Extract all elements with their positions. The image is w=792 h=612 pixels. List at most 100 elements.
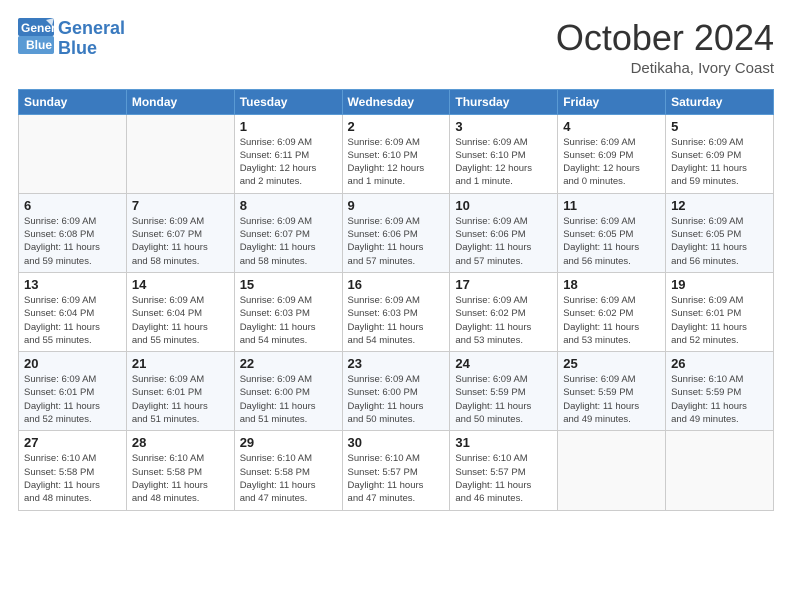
day-number: 28	[132, 435, 229, 450]
day-info: Sunrise: 6:09 AMSunset: 6:07 PMDaylight:…	[240, 215, 337, 268]
day-info: Sunrise: 6:09 AMSunset: 6:02 PMDaylight:…	[455, 294, 552, 347]
day-info: Sunrise: 6:10 AMSunset: 5:59 PMDaylight:…	[671, 373, 768, 426]
calendar-cell: 9 Sunrise: 6:09 AMSunset: 6:06 PMDaylight…	[342, 193, 450, 272]
day-number: 3	[455, 119, 552, 134]
calendar-cell: 23Sunrise: 6:09 AMSunset: 6:00 PMDayligh…	[342, 352, 450, 431]
day-info: Sunrise: 6:09 AMSunset: 6:01 PMDaylight:…	[24, 373, 121, 426]
week-row: 13 Sunrise: 6:09 AMSunset: 6:04 PMDayligh…	[19, 272, 774, 351]
day-number: 18	[563, 277, 660, 292]
calendar-cell: 21Sunrise: 6:09 AMSunset: 6:01 PMDayligh…	[126, 352, 234, 431]
calendar-cell: 12 Sunrise: 6:09 AMSunset: 6:05 PMDayligh…	[666, 193, 774, 272]
day-info: Sunrise: 6:09 AMSunset: 6:10 PMDaylight:…	[455, 136, 552, 189]
calendar-cell: 3 Sunrise: 6:09 AMSunset: 6:10 PMDaylight…	[450, 114, 558, 193]
day-number: 1	[240, 119, 337, 134]
header-day: Thursday	[450, 89, 558, 114]
calendar-cell: 4Sunrise: 6:09 AMSunset: 6:09 PMDaylight…	[558, 114, 666, 193]
day-number: 8	[240, 198, 337, 213]
day-info: Sunrise: 6:10 AMSunset: 5:58 PMDaylight:…	[240, 452, 337, 505]
day-number: 31	[455, 435, 552, 450]
calendar-cell	[666, 431, 774, 510]
calendar-cell: 14 Sunrise: 6:09 AMSunset: 6:04 PMDayligh…	[126, 272, 234, 351]
day-number: 25	[563, 356, 660, 371]
week-row: 20 Sunrise: 6:09 AMSunset: 6:01 PMDayligh…	[19, 352, 774, 431]
day-number: 16	[348, 277, 445, 292]
day-number: 6	[24, 198, 121, 213]
day-info: Sunrise: 6:09 AMSunset: 6:04 PMDaylight:…	[132, 294, 229, 347]
calendar-cell: 13 Sunrise: 6:09 AMSunset: 6:04 PMDayligh…	[19, 272, 127, 351]
day-info: Sunrise: 6:10 AMSunset: 5:57 PMDaylight:…	[455, 452, 552, 505]
calendar-cell: 31 Sunrise: 6:10 AMSunset: 5:57 PMDayligh…	[450, 431, 558, 510]
day-info: Sunrise: 6:09 AMSunset: 6:05 PMDaylight:…	[563, 215, 660, 268]
calendar-cell: 16 Sunrise: 6:09 AMSunset: 6:03 PMDayligh…	[342, 272, 450, 351]
day-info: Sunrise: 6:09 AMSunset: 6:01 PMDaylight:…	[671, 294, 768, 347]
calendar-cell: 30 Sunrise: 6:10 AMSunset: 5:57 PMDayligh…	[342, 431, 450, 510]
day-info: Sunrise: 6:09 AMSunset: 6:09 PMDaylight:…	[671, 136, 768, 189]
logo-icon: General Blue	[18, 18, 54, 54]
header-day: Friday	[558, 89, 666, 114]
day-info: Sunrise: 6:09 AMSunset: 6:07 PMDaylight:…	[132, 215, 229, 268]
day-number: 5	[671, 119, 768, 134]
day-number: 30	[348, 435, 445, 450]
day-info: Sunrise: 6:09 AMSunset: 6:00 PMDaylight:…	[240, 373, 337, 426]
day-number: 12	[671, 198, 768, 213]
header-day: Saturday	[666, 89, 774, 114]
day-number: 26	[671, 356, 768, 371]
day-number: 14	[132, 277, 229, 292]
day-info: Sunrise: 6:09 AMSunset: 6:10 PMDaylight:…	[348, 136, 445, 189]
calendar-cell: 11 Sunrise: 6:09 AMSunset: 6:05 PMDayligh…	[558, 193, 666, 272]
day-number: 13	[24, 277, 121, 292]
calendar-cell: 22 Sunrise: 6:09 AMSunset: 6:00 PMDayligh…	[234, 352, 342, 431]
svg-text:Blue: Blue	[26, 38, 52, 52]
day-info: Sunrise: 6:09 AMSunset: 6:09 PMDaylight:…	[563, 136, 660, 189]
day-number: 24	[455, 356, 552, 371]
header: General Blue General Blue October 2024 D…	[18, 18, 774, 77]
header-row: SundayMondayTuesdayWednesdayThursdayFrid…	[19, 89, 774, 114]
day-info: Sunrise: 6:09 AMSunset: 6:11 PMDaylight:…	[240, 136, 337, 189]
calendar-cell: 1 Sunrise: 6:09 AMSunset: 6:11 PMDaylight…	[234, 114, 342, 193]
day-info: Sunrise: 6:09 AMSunset: 6:02 PMDaylight:…	[563, 294, 660, 347]
calendar-cell	[19, 114, 127, 193]
day-number: 9	[348, 198, 445, 213]
calendar-cell: 19 Sunrise: 6:09 AMSunset: 6:01 PMDayligh…	[666, 272, 774, 351]
day-info: Sunrise: 6:09 AMSunset: 6:04 PMDaylight:…	[24, 294, 121, 347]
day-info: Sunrise: 6:09 AMSunset: 6:05 PMDaylight:…	[671, 215, 768, 268]
day-number: 29	[240, 435, 337, 450]
calendar-cell: 29 Sunrise: 6:10 AMSunset: 5:58 PMDayligh…	[234, 431, 342, 510]
calendar-cell: 17 Sunrise: 6:09 AMSunset: 6:02 PMDayligh…	[450, 272, 558, 351]
week-row: 1 Sunrise: 6:09 AMSunset: 6:11 PMDaylight…	[19, 114, 774, 193]
calendar-cell: 5 Sunrise: 6:09 AMSunset: 6:09 PMDaylight…	[666, 114, 774, 193]
calendar-cell	[558, 431, 666, 510]
calendar-cell: 25 Sunrise: 6:09 AMSunset: 5:59 PMDayligh…	[558, 352, 666, 431]
day-number: 11	[563, 198, 660, 213]
logo-line2: Blue	[58, 39, 125, 59]
subtitle: Detikaha, Ivory Coast	[556, 60, 774, 77]
calendar-cell: 15Sunrise: 6:09 AMSunset: 6:03 PMDayligh…	[234, 272, 342, 351]
day-info: Sunrise: 6:10 AMSunset: 5:57 PMDaylight:…	[348, 452, 445, 505]
day-number: 19	[671, 277, 768, 292]
day-number: 15	[240, 277, 337, 292]
page: General Blue General Blue October 2024 D…	[0, 0, 792, 612]
day-info: Sunrise: 6:09 AMSunset: 5:59 PMDaylight:…	[455, 373, 552, 426]
day-number: 22	[240, 356, 337, 371]
calendar-cell: 28Sunrise: 6:10 AMSunset: 5:58 PMDayligh…	[126, 431, 234, 510]
day-number: 7	[132, 198, 229, 213]
svg-text:General: General	[21, 21, 54, 35]
day-info: Sunrise: 6:09 AMSunset: 6:03 PMDaylight:…	[348, 294, 445, 347]
day-info: Sunrise: 6:09 AMSunset: 6:00 PMDaylight:…	[348, 373, 445, 426]
logo: General Blue General Blue	[18, 18, 125, 59]
header-day: Wednesday	[342, 89, 450, 114]
calendar-cell: 2Sunrise: 6:09 AMSunset: 6:10 PMDaylight…	[342, 114, 450, 193]
day-info: Sunrise: 6:09 AMSunset: 6:06 PMDaylight:…	[348, 215, 445, 268]
day-number: 20	[24, 356, 121, 371]
day-number: 17	[455, 277, 552, 292]
week-row: 6 Sunrise: 6:09 AMSunset: 6:08 PMDaylight…	[19, 193, 774, 272]
day-info: Sunrise: 6:09 AMSunset: 5:59 PMDaylight:…	[563, 373, 660, 426]
day-info: Sunrise: 6:09 AMSunset: 6:08 PMDaylight:…	[24, 215, 121, 268]
calendar-cell: 8 Sunrise: 6:09 AMSunset: 6:07 PMDaylight…	[234, 193, 342, 272]
calendar-cell	[126, 114, 234, 193]
calendar-cell: 20 Sunrise: 6:09 AMSunset: 6:01 PMDayligh…	[19, 352, 127, 431]
calendar-cell: 7 Sunrise: 6:09 AMSunset: 6:07 PMDaylight…	[126, 193, 234, 272]
day-number: 10	[455, 198, 552, 213]
logo-line1: General	[58, 19, 125, 39]
header-day: Tuesday	[234, 89, 342, 114]
